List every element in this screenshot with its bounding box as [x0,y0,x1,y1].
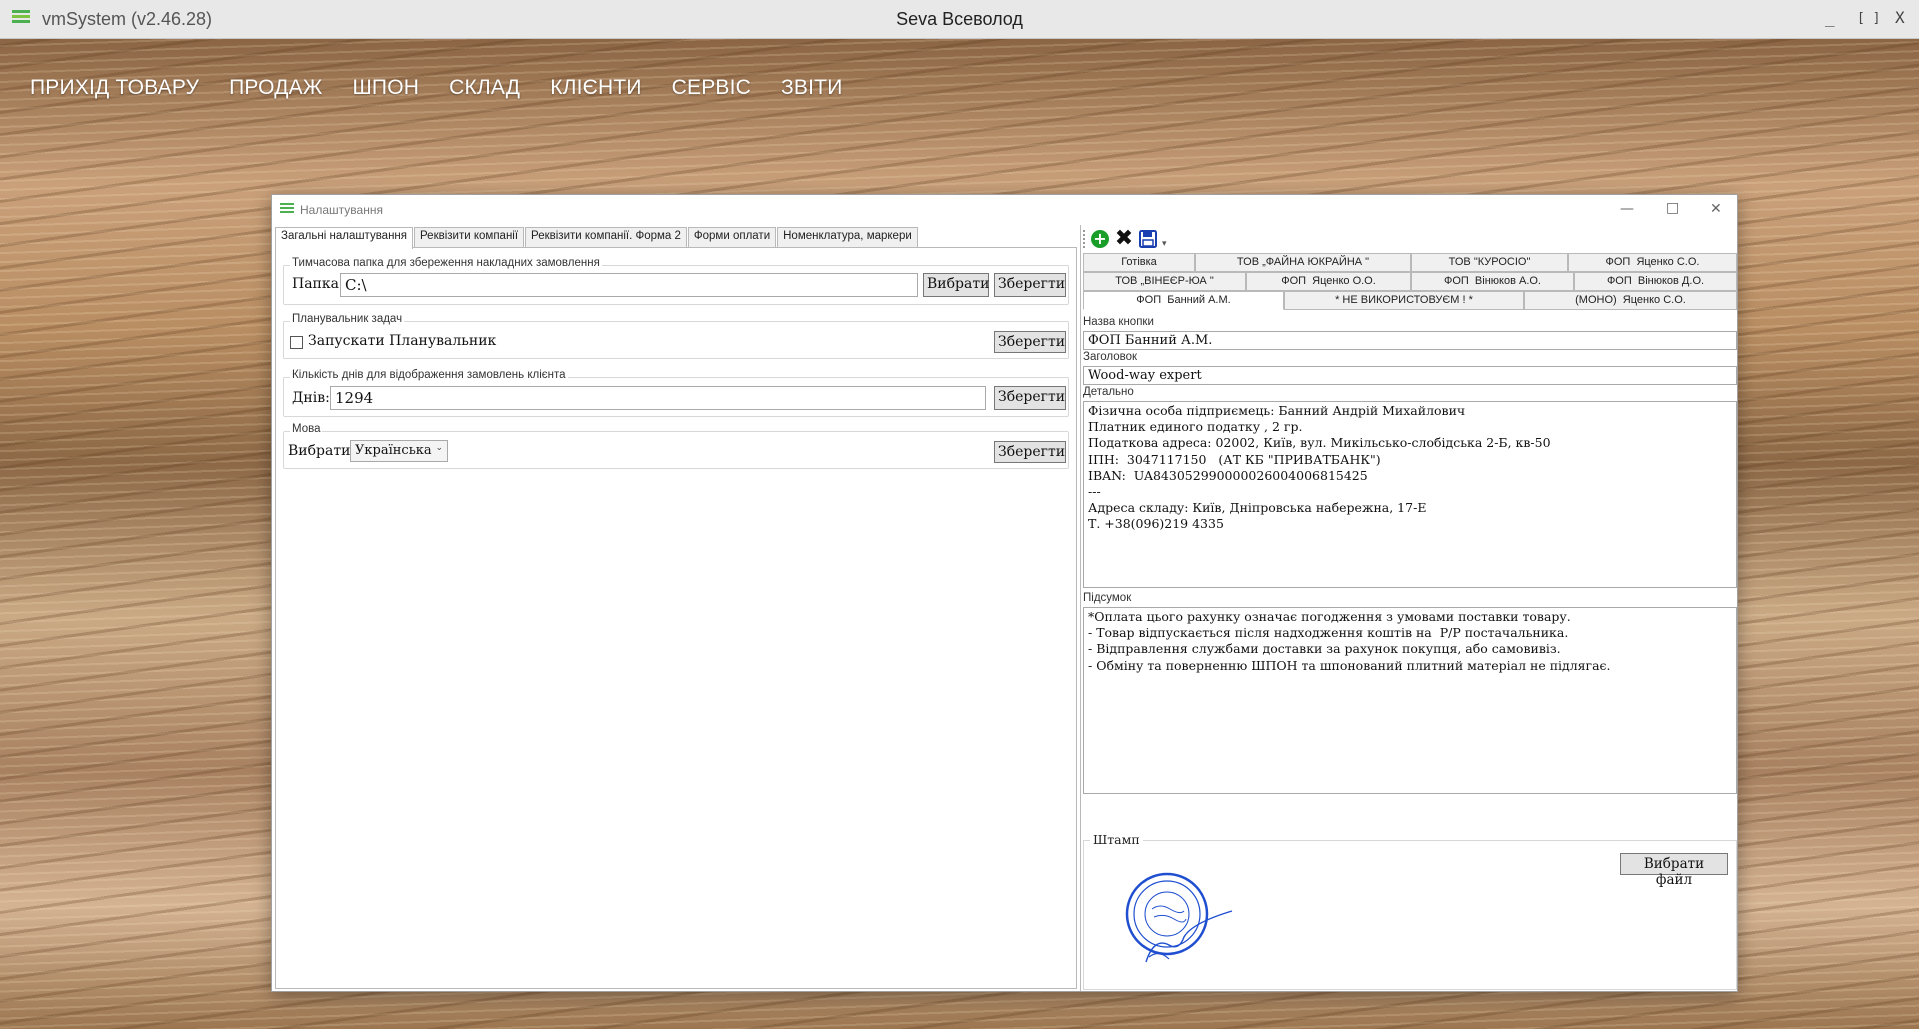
choose-file-button[interactable]: Вибрати файл [1620,853,1728,888]
delete-company-button[interactable]: ✖ [1114,226,1134,251]
settings-dialog: Налаштування — □ ✕ Загальні налаштування… [271,194,1738,992]
chevron-down-icon: ⌄ [435,443,443,453]
folder-label: Папка: [292,276,344,292]
tab-general-settings[interactable]: Загальні налаштування [275,227,414,249]
main-nav: ПРИХІД ТОВАРУ ПРОДАЖ ШПОН СКЛАД КЛІЄНТИ … [30,76,843,100]
language-legend: Мова [290,423,323,435]
stamp-group: Штамп Вибрати файл [1083,832,1737,990]
nav-clients[interactable]: КЛІЄНТИ [550,76,641,100]
company-tabs-row3: ФОП Банний А.М. * НЕ ВИКОРИСТОВУЄМ ! * (… [1083,291,1737,310]
save-folder-button[interactable]: Зберегти [994,273,1066,297]
user-name: Seva Всеволод [896,9,1023,29]
button-name-input[interactable]: ФОП Банний А.М. [1083,331,1737,350]
minimize-button[interactable]: _ [1825,8,1835,27]
scheduler-legend: Планувальник задач [290,313,405,325]
details-label: Детально [1083,386,1134,398]
settings-tabs: Загальні налаштування Реквізити компанії… [275,227,1077,249]
run-scheduler-checkbox[interactable] [290,336,303,349]
general-settings-pane: Загальні налаштування Реквізити компанії… [275,227,1077,989]
company-tab-faina[interactable]: ТОВ „ФАЙНА ЮКРАЙНА " [1195,253,1411,272]
dialog-title: Налаштування [300,203,383,217]
company-tab-yatsenko-oo[interactable]: ФОП Яценко О.О. [1246,272,1411,291]
add-icon: + [1091,230,1109,248]
button-name-label: Назва кнопки [1083,316,1154,328]
browse-folder-button[interactable]: Вибрати [923,273,989,297]
maximize-button[interactable]: [ ] [1857,11,1880,26]
nav-warehouse[interactable]: СКЛАД [449,76,520,100]
nav-service[interactable]: СЕРВІС [672,76,751,100]
save-icon [1139,230,1157,248]
days-group: Кількість днів для відображення замовлен… [283,369,1069,417]
tab-nomenclature[interactable]: Номенклатура, маркери [777,227,918,247]
close-button[interactable]: X [1895,8,1905,27]
days-input[interactable]: 1294 [330,386,986,410]
folder-input[interactable]: C:\ [340,273,918,297]
company-tab-kurosio[interactable]: ТОВ "КУРОСІО" [1411,253,1568,272]
nav-incoming-goods[interactable]: ПРИХІД ТОВАРУ [30,76,199,100]
save-scheduler-button[interactable]: Зберегти [994,331,1066,353]
summary-label: Підсумок [1083,592,1132,604]
dialog-titlebar: Налаштування — □ ✕ [272,195,1737,225]
company-tab-mono-yatsenko[interactable]: (МОНО) Яценко С.О. [1524,291,1737,310]
company-tab-vinyukov-do[interactable]: ФОП Вінюков Д.О. [1574,272,1737,291]
add-company-button[interactable]: + [1090,229,1110,249]
nav-sales[interactable]: ПРОДАЖ [229,76,322,100]
dialog-logo-icon [280,203,294,215]
company-tabs-row1: Готівка ТОВ „ФАЙНА ЮКРАЙНА " ТОВ "КУРОСІ… [1083,253,1737,272]
language-value: Українська [355,443,432,458]
toolbar-overflow-icon[interactable]: ▾ [1162,239,1167,249]
general-settings-panel: Тимчасова папка для збереження накладних… [275,247,1077,989]
summary-textarea[interactable]: *Оплата цього рахунку означає погодження… [1083,607,1737,794]
company-tab-vinyukov-ao[interactable]: ФОП Вінюков А.О. [1411,272,1574,291]
company-tab-cash[interactable]: Готівка [1083,253,1195,272]
header-label: Заголовок [1083,351,1138,363]
language-label: Вибрати: [288,443,356,459]
toolbar-grip-icon [1083,230,1086,248]
language-select[interactable]: Українська ⌄ [350,440,448,462]
days-label: Днів: [292,390,330,406]
company-tabs-row2: ТОВ „ВІНЕЄР-ЮА " ФОП Яценко О.О. ФОП Він… [1083,272,1737,291]
details-textarea[interactable]: Фізична особа підприємець: Банний Андрій… [1083,401,1737,588]
company-tab-not-used[interactable]: * НЕ ВИКОРИСТОВУЄМ ! * [1284,291,1524,310]
scheduler-group: Планувальник задач Запускати Планувальни… [283,313,1069,359]
tab-payment-forms[interactable]: Форми оплати [687,227,777,247]
stamp-legend: Штамп [1090,832,1143,847]
dialog-maximize-button[interactable]: □ [1666,200,1679,216]
stamp-image [1125,872,1233,963]
dialog-minimize-button[interactable]: — [1620,201,1634,217]
company-tab-bannyi[interactable]: ФОП Банний А.М. [1083,291,1284,310]
tab-company-details[interactable]: Реквізити компанії [414,227,525,247]
window-titlebar: vmSystem (v2.46.28) Seva Всеволод _ [ ] … [0,0,1919,39]
save-company-button[interactable] [1138,229,1158,249]
nav-reports[interactable]: ЗВІТИ [781,76,842,100]
language-group: Мова Вибрати: Українська ⌄ Зберегти [283,423,1069,469]
nav-veneer[interactable]: ШПОН [352,76,419,100]
company-tab-yatsenko-so[interactable]: ФОП Яценко С.О. [1568,253,1737,272]
tab-company-details-form2[interactable]: Реквізити компанії. Форма 2 [525,227,687,247]
dialog-close-button[interactable]: ✕ [1710,201,1722,217]
days-legend: Кількість днів для відображення замовлен… [290,369,568,381]
delete-icon: ✖ [1114,226,1134,251]
run-scheduler-label: Запускати Планувальник [308,333,497,349]
temp-folder-legend: Тимчасова папка для збереження накладних… [290,257,602,269]
company-details-pane: + ✖ ▾ Готівка ТОВ „ФАЙНА ЮКРАЙНА " ТОВ "… [1080,225,1737,991]
header-input[interactable]: Wood-way expert [1083,366,1737,385]
company-tab-vineer[interactable]: ТОВ „ВІНЕЄР-ЮА " [1083,272,1246,291]
save-days-button[interactable]: Зберегти [994,386,1066,410]
save-language-button[interactable]: Зберегти [994,441,1066,463]
company-toolbar: + ✖ ▾ [1083,227,1167,251]
temp-folder-group: Тимчасова папка для збереження накладних… [283,257,1069,305]
